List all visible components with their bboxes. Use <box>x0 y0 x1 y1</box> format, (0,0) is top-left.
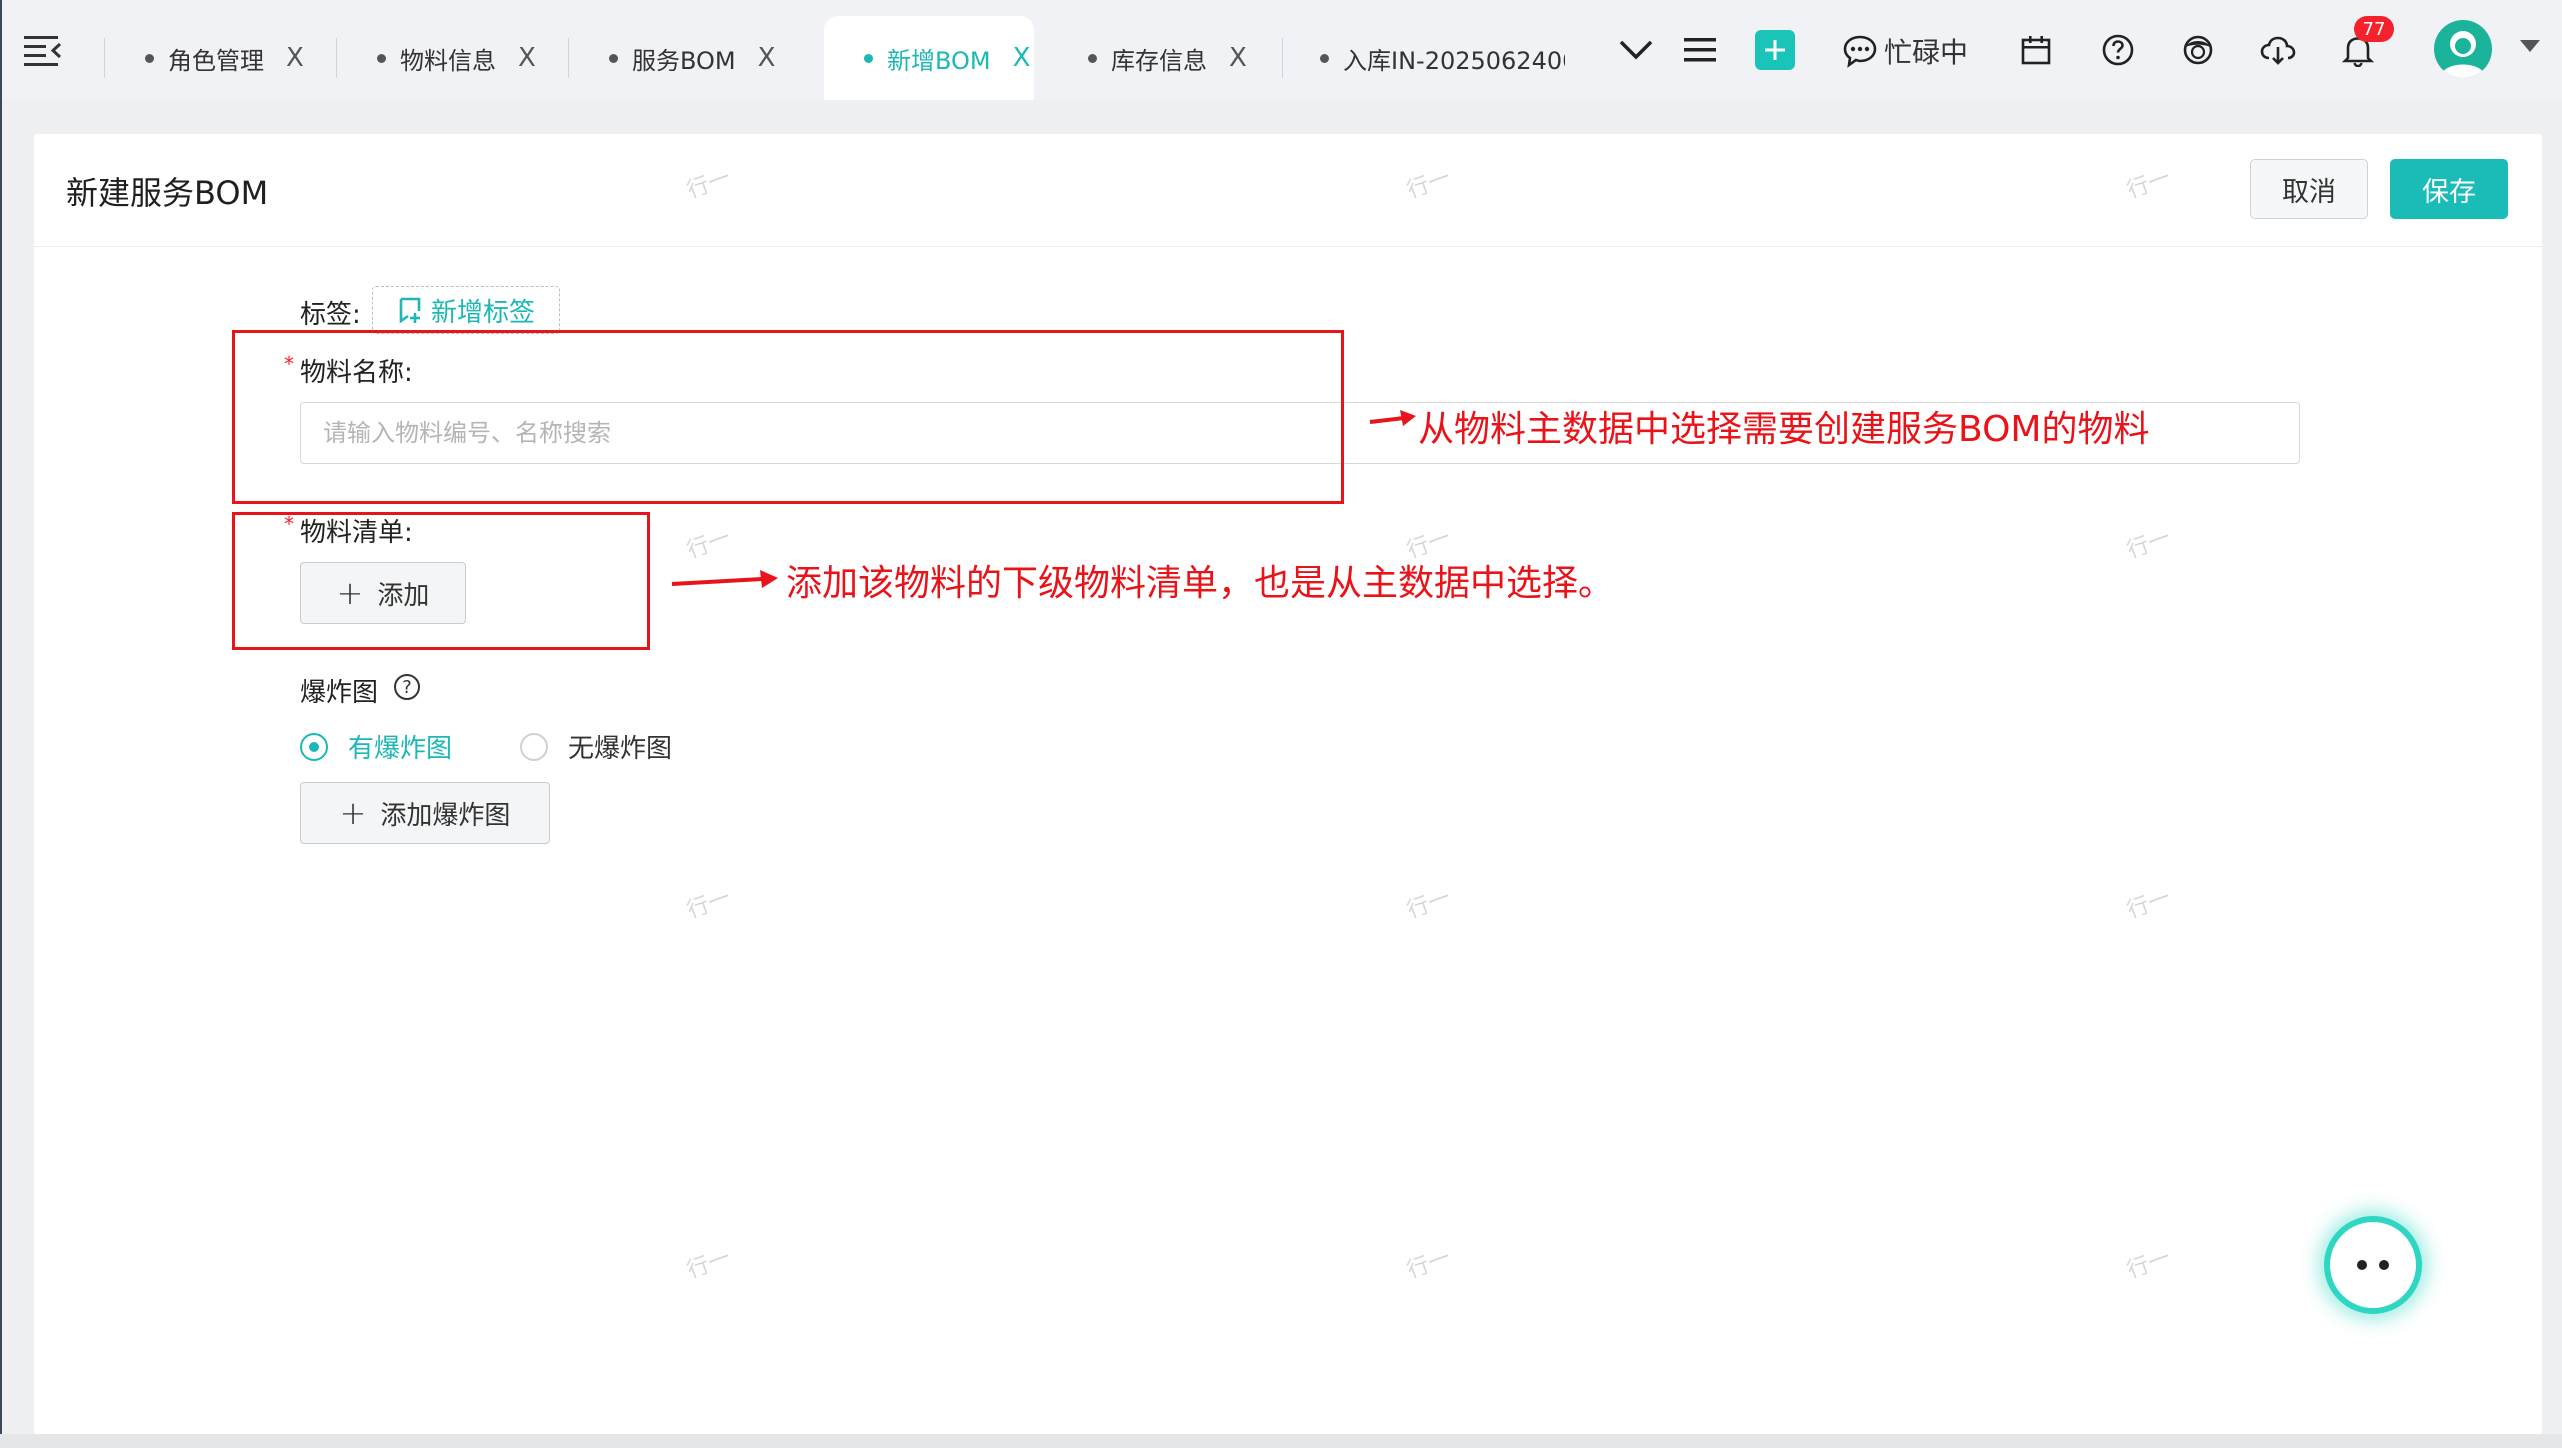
add-material-button[interactable]: + 添加 <box>300 562 466 624</box>
page-title: 新建服务BOM <box>66 174 269 212</box>
help-icon[interactable] <box>2094 26 2142 74</box>
add-explode-label: 添加爆炸图 <box>380 800 511 831</box>
tab-inventory-info[interactable]: 库存信息 X <box>1048 16 1280 100</box>
status-selector[interactable]: 忙碌中 <box>1842 28 1968 74</box>
tab-dot <box>609 53 618 63</box>
tab-dot <box>377 53 386 63</box>
tab-dot <box>145 53 154 63</box>
chevron-down-icon[interactable] <box>1612 26 1660 74</box>
tab-close-icon[interactable]: X <box>758 45 776 71</box>
menu-toggle-icon[interactable] <box>22 30 62 70</box>
material-list-label-text: 物料清单: <box>300 518 413 548</box>
calendar-icon[interactable] <box>2012 26 2060 74</box>
tags-label: 标签: <box>300 300 361 330</box>
annotation-arrow <box>1369 410 1416 426</box>
add-explode-button[interactable]: + 添加爆炸图 <box>300 782 550 844</box>
material-name-label-text: 物料名称: <box>300 358 413 388</box>
annotation-note-1: 从物料主数据中选择需要创建服务BOM的物料 <box>1418 409 2150 450</box>
avatar[interactable] <box>2434 20 2492 78</box>
material-list-label: * 物料清单: <box>284 512 413 549</box>
tab-dot <box>1088 53 1097 63</box>
explode-diagram-label: 爆炸图 <box>300 678 379 708</box>
help-circle-icon[interactable]: ? <box>394 674 420 700</box>
tab-label: 服务BOM <box>632 46 736 75</box>
chat-icon <box>1843 35 1877 68</box>
cloud-download-icon[interactable] <box>2254 26 2302 74</box>
bottom-strip <box>0 1434 2562 1448</box>
tab-close-icon[interactable]: X <box>1013 45 1031 71</box>
tab-label: 入库IN-2025062400 <box>1343 46 1565 75</box>
material-name-label: * 物料名称: <box>284 352 413 389</box>
plus-icon: + <box>336 574 364 612</box>
annotation-note-2: 添加该物料的下级物料清单，也是从主数据中选择。 <box>786 563 1615 604</box>
add-tag-button[interactable]: 新增标签 <box>372 286 560 334</box>
avatar-caret-icon[interactable] <box>2520 40 2540 52</box>
bookmark-icon <box>399 297 421 324</box>
notification-badge: 77 <box>2354 16 2394 42</box>
tab-service-bom[interactable]: 服务BOM X <box>569 16 822 100</box>
tab-dot <box>864 53 873 63</box>
tab-material-info[interactable]: 物料信息 X <box>337 16 568 100</box>
assistant-float-button[interactable] <box>2324 1216 2422 1314</box>
add-tag-label: 新增标签 <box>430 297 535 328</box>
tab-dot <box>1320 53 1329 63</box>
status-label: 忙碌中 <box>1884 36 1969 69</box>
assistant-eye-icon <box>2379 1260 2389 1270</box>
plus-icon[interactable] <box>1755 30 1795 70</box>
assistant-eye-icon <box>2357 1260 2367 1270</box>
tab-label: 物料信息 <box>400 46 496 75</box>
annotation-arrow <box>671 570 778 588</box>
required-mark: * <box>284 512 294 536</box>
tab-new-bom[interactable]: 新增BOM X <box>824 16 1034 100</box>
tab-label: 角色管理 <box>168 46 264 75</box>
window-left-edge <box>0 0 2 1448</box>
cancel-button[interactable]: 取消 <box>2250 159 2368 219</box>
radio-with-explode[interactable] <box>300 733 328 761</box>
tab-inbound-order[interactable]: 入库IN-2025062400 <box>1283 16 1568 100</box>
radio-without-explode-label[interactable]: 无爆炸图 <box>568 728 672 765</box>
person-icon[interactable] <box>2174 26 2222 74</box>
required-mark: * <box>284 352 294 376</box>
tab-role-management[interactable]: 角色管理 X <box>105 16 336 100</box>
tab-close-icon[interactable]: X <box>1229 45 1247 71</box>
list-icon[interactable] <box>1676 26 1724 74</box>
add-material-label: 添加 <box>377 580 430 611</box>
save-button[interactable]: 保存 <box>2390 159 2508 219</box>
radio-without-explode[interactable] <box>520 733 548 761</box>
tab-close-icon[interactable]: X <box>286 45 304 71</box>
radio-with-explode-label[interactable]: 有爆炸图 <box>348 728 452 765</box>
tab-label: 库存信息 <box>1111 46 1207 75</box>
tab-close-icon[interactable]: X <box>518 45 536 71</box>
plus-icon: + <box>339 794 367 832</box>
tab-label: 新增BOM <box>887 46 991 75</box>
